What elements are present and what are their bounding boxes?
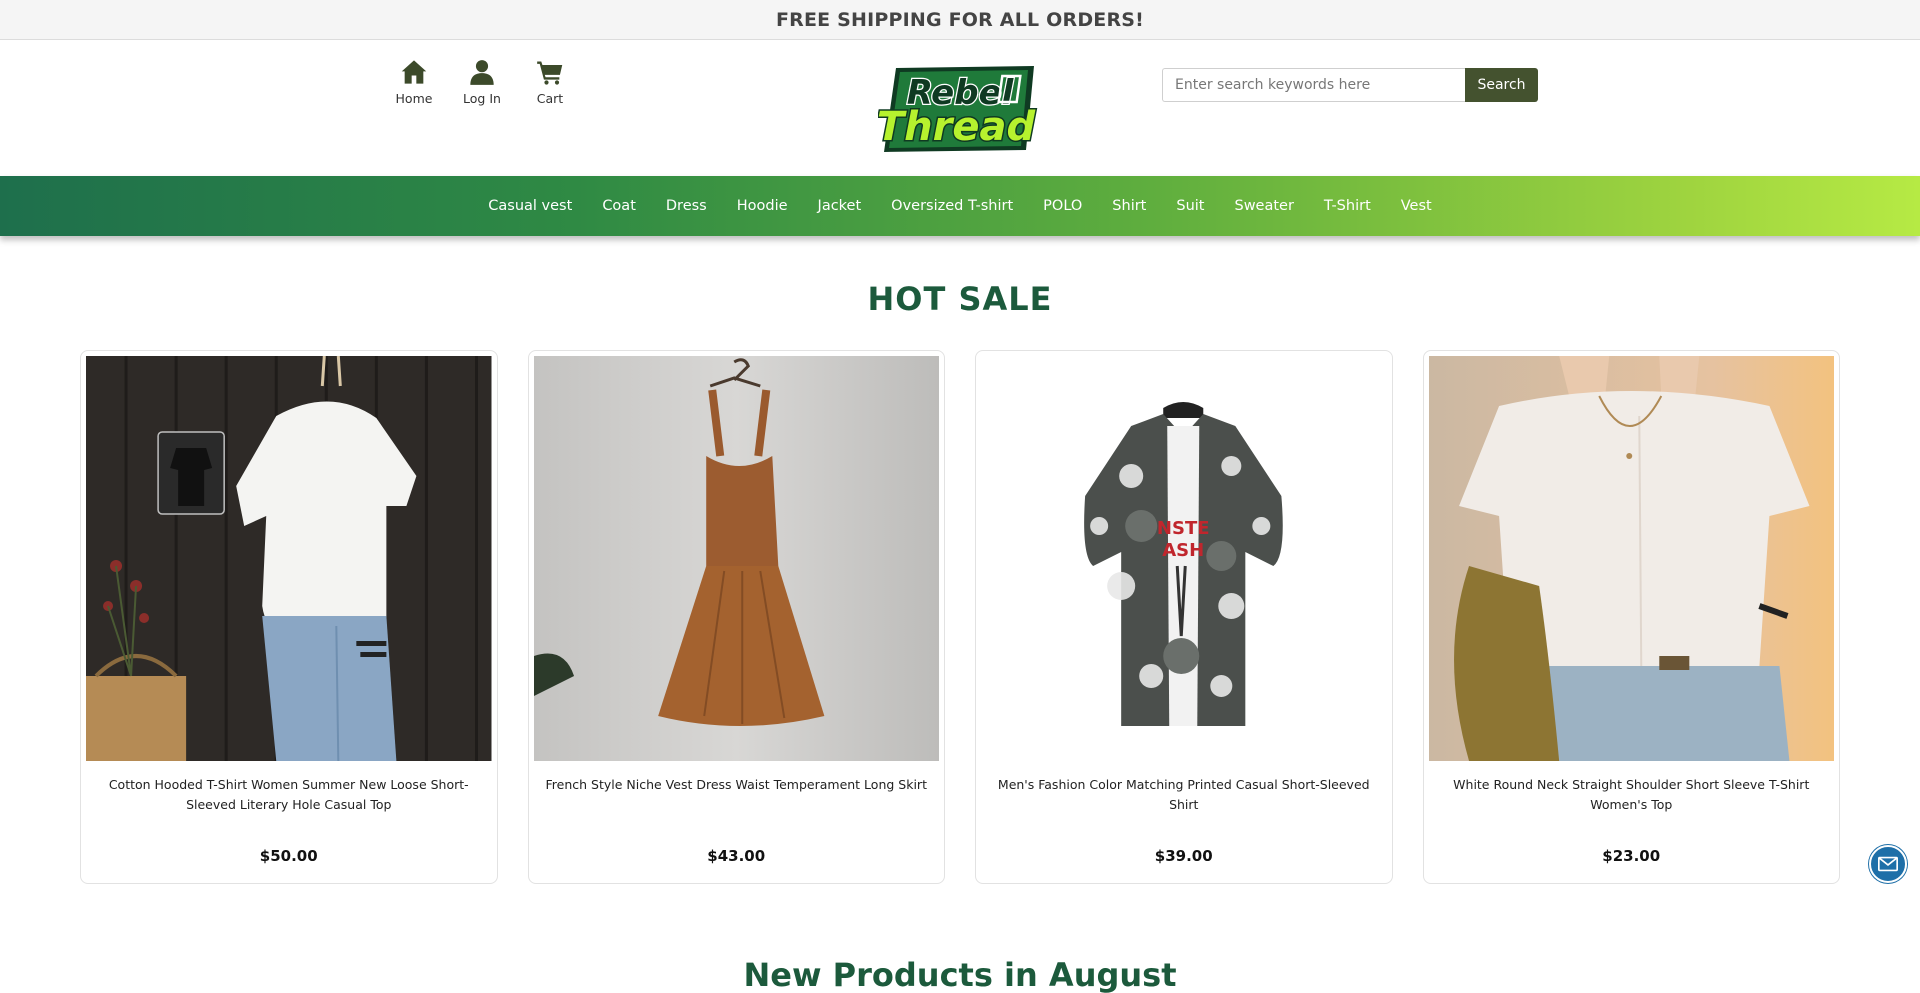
search-input[interactable] xyxy=(1162,68,1465,102)
product-name[interactable]: Men's Fashion Color Matching Printed Cas… xyxy=(981,775,1387,819)
new-products-title: New Products in August xyxy=(743,956,1177,993)
search-button[interactable]: Search xyxy=(1465,68,1538,102)
product-name[interactable]: White Round Neck Straight Shoulder Short… xyxy=(1429,775,1835,819)
category-sweater[interactable]: Sweater xyxy=(1219,198,1308,214)
login-link[interactable]: Log In xyxy=(448,58,516,106)
logo-text-thread: Thread xyxy=(878,104,1035,150)
header-nav: Home Log In Cart xyxy=(380,58,584,106)
product-card[interactable]: French Style Niche Vest Dress Waist Temp… xyxy=(527,350,945,884)
cart-icon xyxy=(537,61,563,85)
category-hoodie[interactable]: Hoodie xyxy=(722,198,803,214)
category-casual-vest[interactable]: Casual vest xyxy=(473,198,587,214)
site-header: Home Log In Cart Rebel Thread Search xyxy=(0,40,1920,176)
category-shirt[interactable]: Shirt xyxy=(1097,198,1161,214)
product-image[interactable]: NSTE ASH xyxy=(981,356,1387,761)
home-icon xyxy=(401,60,427,84)
rebel-thread-logo[interactable]: Rebel Thread xyxy=(875,64,1038,154)
announcement-bar: FREE SHIPPING FOR ALL ORDERS! xyxy=(0,0,1920,40)
category-polo[interactable]: POLO xyxy=(1028,198,1097,214)
product-name[interactable]: French Style Niche Vest Dress Waist Temp… xyxy=(534,775,940,819)
category-oversized-tshirt[interactable]: Oversized T-shirt xyxy=(876,198,1028,214)
home-label: Home xyxy=(395,91,433,106)
product-image[interactable] xyxy=(533,356,939,761)
product-price: $23.00 xyxy=(1602,847,1661,865)
category-vest[interactable]: Vest xyxy=(1386,198,1447,214)
announcement-text: FREE SHIPPING FOR ALL ORDERS! xyxy=(775,8,1145,31)
login-label: Log In xyxy=(463,91,501,106)
hot-sale-products: Cotton Hooded T-Shirt Women Summer New L… xyxy=(80,350,1840,884)
product-card[interactable]: White Round Neck Straight Shoulder Short… xyxy=(1422,350,1840,884)
category-jacket[interactable]: Jacket xyxy=(803,198,877,214)
mail-icon xyxy=(1878,856,1898,872)
product-image[interactable] xyxy=(1428,356,1834,761)
product-card[interactable]: NSTE ASH Men's Fashion Color Matching Pr… xyxy=(975,350,1393,884)
product-card[interactable]: Cotton Hooded T-Shirt Women Summer New L… xyxy=(80,350,498,884)
category-suit[interactable]: Suit xyxy=(1161,198,1219,214)
user-icon xyxy=(470,60,494,85)
cart-link[interactable]: Cart xyxy=(516,58,584,106)
product-price: $50.00 xyxy=(259,847,318,865)
home-link[interactable]: Home xyxy=(380,58,448,106)
product-image[interactable] xyxy=(86,356,492,761)
contact-mail-button[interactable] xyxy=(1869,845,1907,883)
category-dress[interactable]: Dress xyxy=(651,198,722,214)
product-price: $39.00 xyxy=(1154,847,1213,865)
product-name[interactable]: Cotton Hooded T-Shirt Women Summer New L… xyxy=(86,775,492,819)
hot-sale-title: HOT SALE xyxy=(867,280,1053,318)
search-bar: Search xyxy=(1162,68,1538,102)
cart-label: Cart xyxy=(536,91,564,106)
svg-text:ASH: ASH xyxy=(1162,540,1204,561)
svg-text:NSTE: NSTE xyxy=(1157,518,1210,539)
category-tshirt[interactable]: T-Shirt xyxy=(1309,198,1386,214)
category-nav: Casual vest Coat Dress Hoodie Jacket Ove… xyxy=(0,176,1920,236)
category-coat[interactable]: Coat xyxy=(587,198,651,214)
product-price: $43.00 xyxy=(707,847,766,865)
